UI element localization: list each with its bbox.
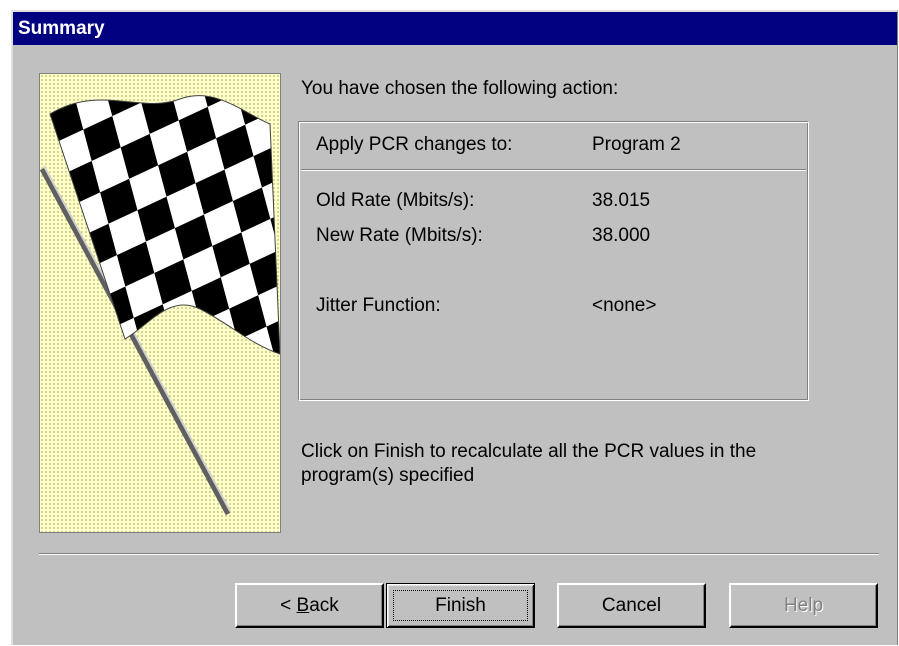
help-button[interactable]: Help bbox=[729, 583, 878, 628]
summary-separator bbox=[301, 169, 806, 171]
jitter-label: Jitter Function: bbox=[316, 295, 441, 316]
intro-text: You have chosen the following action: bbox=[301, 78, 619, 99]
window-title: Summary bbox=[18, 18, 105, 39]
new-rate-label: New Rate (Mbits/s): bbox=[316, 225, 483, 246]
wizard-graphic-panel bbox=[39, 73, 281, 533]
summary-box: Apply PCR changes to: Program 2 Old Rate… bbox=[298, 121, 809, 401]
cancel-button[interactable]: Cancel bbox=[557, 583, 706, 628]
old-rate-value: 38.015 bbox=[592, 190, 651, 211]
title-bar: Summary bbox=[13, 12, 897, 45]
finish-button-label: Finish bbox=[393, 590, 528, 621]
cancel-button-label: Cancel bbox=[601, 594, 662, 616]
apply-value: Program 2 bbox=[592, 134, 681, 155]
instruction-text: Click on Finish to recalculate all the P… bbox=[301, 441, 757, 486]
old-rate-label: Old Rate (Mbits/s): bbox=[316, 190, 475, 211]
checkered-flag-icon bbox=[40, 95, 280, 516]
back-button[interactable]: < Back bbox=[235, 583, 384, 628]
jitter-value: <none> bbox=[592, 295, 657, 316]
wizard-dialog: Summary You have chosen the following ac… bbox=[11, 10, 898, 645]
new-rate-value: 38.000 bbox=[592, 225, 651, 246]
button-separator bbox=[39, 553, 879, 555]
finish-button[interactable]: Finish bbox=[386, 583, 535, 628]
help-button-label: Help bbox=[783, 594, 824, 616]
back-button-label: < Back bbox=[280, 594, 339, 616]
apply-label: Apply PCR changes to: bbox=[316, 134, 513, 155]
